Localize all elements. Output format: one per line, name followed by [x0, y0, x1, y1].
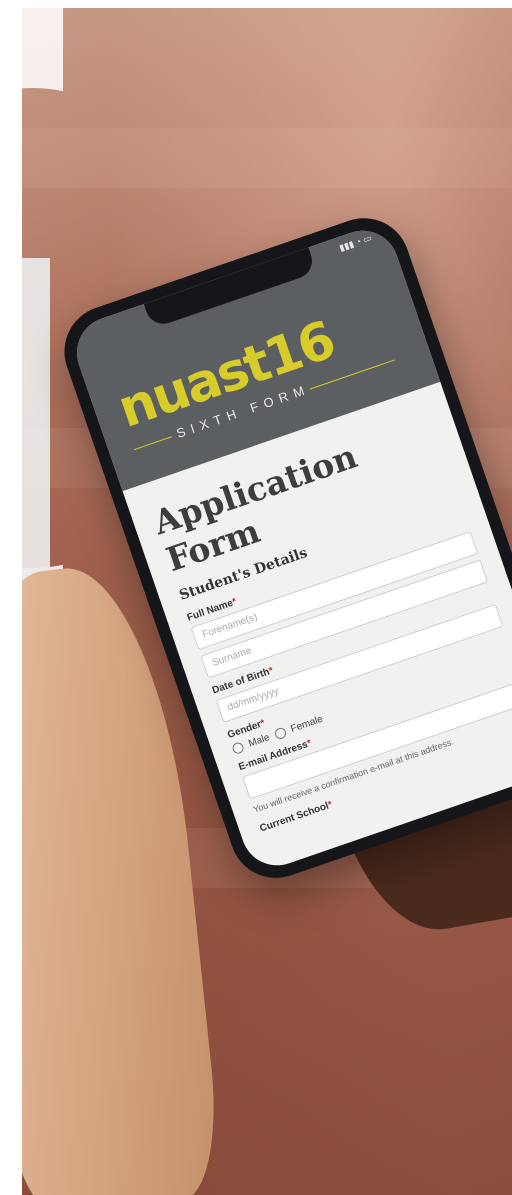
- background-blur-band: [22, 128, 512, 188]
- male-option-label: Male: [247, 732, 272, 750]
- tagline-rule-left: [133, 436, 172, 451]
- female-radio[interactable]: [273, 726, 288, 741]
- male-radio[interactable]: [231, 741, 246, 756]
- background-photo: ▮▮▮ ◔ ▭ nuast16 SIXTH FORM Application F…: [22, 8, 512, 1195]
